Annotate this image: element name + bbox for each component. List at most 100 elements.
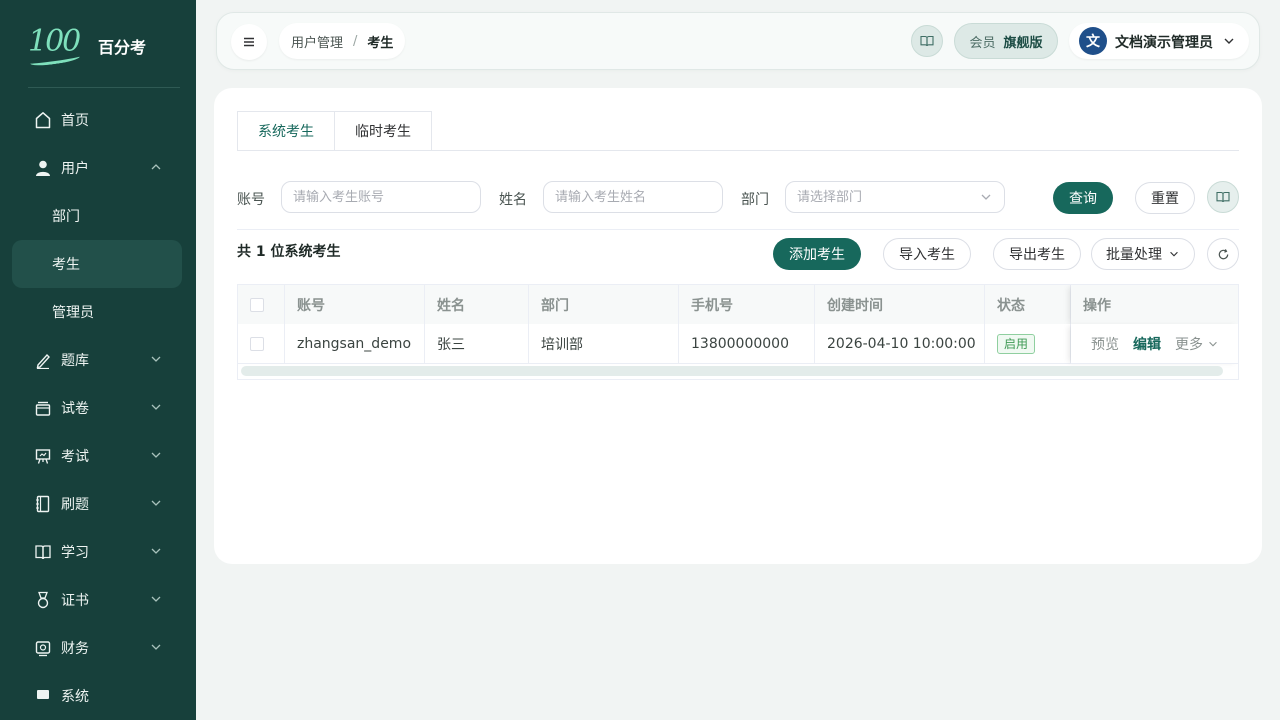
sidebar-item-examinees[interactable]: 考生 bbox=[12, 240, 182, 288]
sidebar-item-admins[interactable]: 管理员 bbox=[12, 288, 182, 336]
home-icon bbox=[34, 110, 52, 130]
sidebar-item-label: 题库 bbox=[61, 353, 89, 369]
cell-department: 培训部 bbox=[529, 324, 679, 364]
tab-system-examinees[interactable]: 系统考生 bbox=[237, 111, 335, 151]
presentation-icon bbox=[34, 446, 52, 466]
sidebar-item-label: 用户 bbox=[61, 161, 89, 177]
export-examinees-button[interactable]: 导出考生 bbox=[993, 238, 1081, 270]
column-header-department[interactable]: 部门 bbox=[529, 285, 679, 325]
sidebar-item-exams[interactable]: 考试 bbox=[12, 432, 182, 480]
chevron-down-icon bbox=[151, 356, 161, 362]
content-card: 系统考生 临时考生 账号 姓名 部门 查询 重置 共 1 位系统考生 添加考生 … bbox=[214, 88, 1262, 564]
membership-badge[interactable]: 会员 旗舰版 bbox=[954, 23, 1058, 59]
sidebar-item-system[interactable]: 系统 bbox=[12, 672, 182, 720]
system-icon bbox=[34, 686, 52, 706]
chevron-up-icon bbox=[151, 164, 161, 170]
chevron-down-icon bbox=[1209, 341, 1217, 347]
department-select[interactable] bbox=[785, 181, 1005, 213]
column-header-phone[interactable]: 手机号 bbox=[679, 285, 815, 325]
username: 文档演示管理员 bbox=[1115, 35, 1213, 51]
chevron-down-icon bbox=[1224, 38, 1234, 44]
edit-link[interactable]: 编辑 bbox=[1133, 334, 1161, 354]
filter-divider bbox=[237, 229, 1239, 230]
status-badge: 启用 bbox=[997, 333, 1036, 354]
refresh-button[interactable] bbox=[1207, 238, 1239, 270]
sidebar-item-departments[interactable]: 部门 bbox=[12, 192, 182, 240]
sidebar-item-label: 首页 bbox=[61, 113, 89, 129]
batch-actions-button[interactable]: 批量处理 bbox=[1091, 238, 1195, 270]
breadcrumb-item-current: 考生 bbox=[367, 35, 394, 51]
avatar: 文 bbox=[1079, 27, 1107, 55]
chevron-down-icon bbox=[981, 194, 991, 200]
chevron-down-icon bbox=[151, 548, 161, 554]
chevron-down-icon bbox=[1170, 251, 1178, 257]
select-all-checkbox[interactable] bbox=[250, 297, 264, 312]
total-count-text: 共 1 位系统考生 bbox=[237, 241, 341, 261]
sidebar-divider bbox=[28, 87, 180, 88]
user-menu[interactable]: 文 文档演示管理员 bbox=[1069, 23, 1249, 59]
sidebar-item-certificates[interactable]: 证书 bbox=[12, 576, 182, 624]
sidebar-item-learning[interactable]: 学习 bbox=[12, 528, 182, 576]
breadcrumb-item-user-management[interactable]: 用户管理 bbox=[291, 32, 343, 51]
logo-text: 百分考 bbox=[98, 38, 147, 57]
book-open-icon bbox=[1216, 191, 1230, 203]
sidebar-item-label: 试卷 bbox=[61, 401, 89, 417]
cell-created-time: 2026-04-10 10:00:00 bbox=[815, 324, 985, 364]
sidebar-item-label: 考生 bbox=[52, 257, 80, 273]
sidebar-item-label: 财务 bbox=[61, 641, 89, 657]
book-open-icon bbox=[920, 35, 934, 47]
sidebar-item-practice[interactable]: 刷题 bbox=[12, 480, 182, 528]
column-header-account[interactable]: 账号 bbox=[285, 285, 425, 325]
column-header-created-time[interactable]: 创建时间 bbox=[815, 285, 985, 325]
user-icon bbox=[34, 158, 52, 178]
docs-button[interactable] bbox=[911, 25, 943, 57]
department-label: 部门 bbox=[741, 192, 769, 208]
filter-docs-button[interactable] bbox=[1207, 181, 1239, 213]
name-input[interactable] bbox=[543, 181, 723, 213]
cell-account: zhangsan_demo bbox=[285, 324, 425, 364]
tabs-divider bbox=[237, 150, 1239, 151]
reset-button[interactable]: 重置 bbox=[1135, 182, 1195, 214]
logo[interactable]: 100 百分考 bbox=[28, 24, 188, 68]
medal-icon bbox=[34, 590, 52, 610]
sidebar-item-papers[interactable]: 试卷 bbox=[12, 384, 182, 432]
table-horizontal-scrollbar[interactable] bbox=[241, 366, 1223, 376]
column-header-name[interactable]: 姓名 bbox=[425, 285, 529, 325]
membership-tier: 旗舰版 bbox=[1003, 35, 1043, 51]
sidebar: 100 百分考 首页 用户 部门 考生 管理员 题库 试卷 考试 刷题 学习 证… bbox=[0, 0, 196, 720]
sidebar-item-home[interactable]: 首页 bbox=[12, 96, 182, 144]
sidebar-item-label: 系统 bbox=[61, 689, 89, 705]
column-header-actions: 操作 bbox=[1071, 285, 1238, 325]
sidebar-item-label: 刷题 bbox=[61, 497, 89, 513]
total-count: 1 bbox=[255, 244, 266, 260]
preview-link[interactable]: 预览 bbox=[1091, 334, 1119, 354]
more-link[interactable]: 更多 bbox=[1175, 334, 1203, 354]
chevron-down-icon bbox=[151, 596, 161, 602]
cell-actions: 预览 编辑 更多 bbox=[1071, 324, 1238, 364]
account-input[interactable] bbox=[281, 181, 481, 213]
examinee-table: 账号 姓名 部门 手机号 创建时间 状态 操作 zhangsan_demo 张三… bbox=[237, 284, 1239, 380]
notebook-icon bbox=[34, 494, 52, 514]
sidebar-item-label: 证书 bbox=[61, 593, 89, 609]
cell-phone: 13800000000 bbox=[679, 324, 815, 364]
cell-name: 张三 bbox=[425, 324, 529, 364]
table-header-select bbox=[238, 285, 285, 325]
refresh-icon bbox=[1218, 248, 1228, 259]
sidebar-item-finance[interactable]: 财务 bbox=[12, 624, 182, 672]
sidebar-item-label: 部门 bbox=[52, 209, 80, 225]
tab-temporary-examinees[interactable]: 临时考生 bbox=[335, 111, 432, 151]
row-checkbox[interactable] bbox=[250, 336, 264, 351]
column-header-status[interactable]: 状态 bbox=[985, 285, 1071, 325]
sidebar-item-question-bank[interactable]: 题库 bbox=[12, 336, 182, 384]
search-button[interactable]: 查询 bbox=[1053, 182, 1113, 214]
add-examinee-button[interactable]: 添加考生 bbox=[773, 238, 861, 270]
table-row-select bbox=[238, 324, 285, 364]
sidebar-item-label: 学习 bbox=[61, 545, 89, 561]
menu-toggle-button[interactable] bbox=[231, 24, 267, 60]
chevron-down-icon bbox=[151, 644, 161, 650]
breadcrumb: 用户管理 / 考生 bbox=[279, 23, 406, 59]
sidebar-item-users[interactable]: 用户 bbox=[12, 144, 182, 192]
import-examinees-button[interactable]: 导入考生 bbox=[883, 238, 971, 270]
wallet-icon bbox=[34, 638, 52, 658]
account-label: 账号 bbox=[237, 192, 265, 208]
